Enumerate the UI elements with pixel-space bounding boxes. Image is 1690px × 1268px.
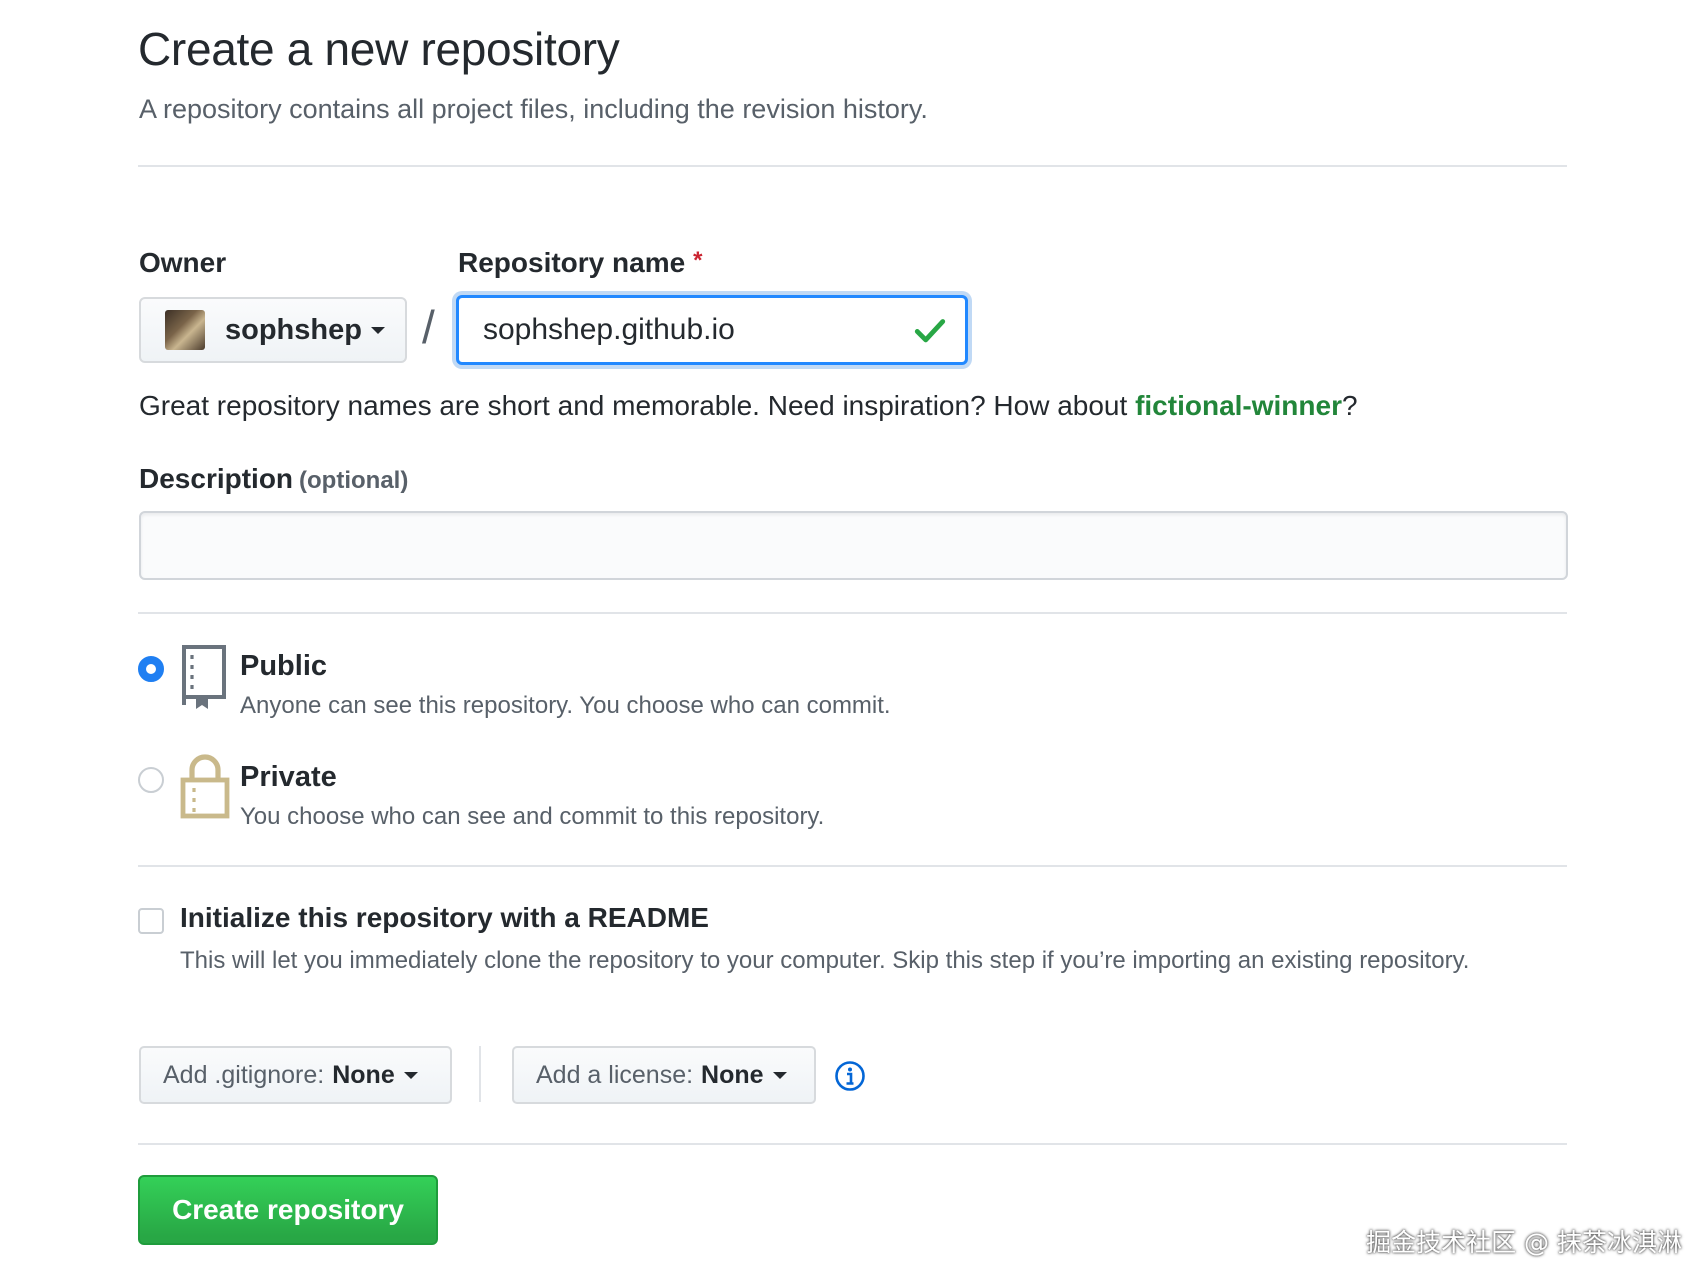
page-subtitle: A repository contains all project files,… (139, 94, 928, 124)
owner-label: Owner (139, 247, 227, 278)
chevron-down-icon (403, 1071, 418, 1079)
select-separator (479, 1046, 481, 1102)
license-dropdown[interactable]: Add a license: None (512, 1046, 816, 1104)
owner-repo-separator: / (422, 301, 435, 353)
gitignore-prefix: Add .gitignore: (163, 1060, 325, 1089)
repo-name-label: Repository name (458, 247, 686, 278)
section-divider (138, 612, 1567, 614)
private-radio[interactable] (138, 767, 164, 793)
owner-name: sophshep (225, 313, 362, 346)
create-repository-button[interactable]: Create repository (138, 1175, 438, 1245)
optional-note: (optional) (299, 467, 409, 494)
page-title: Create a new repository (138, 23, 620, 75)
public-desc: Anyone can see this repository. You choo… (240, 692, 891, 719)
private-title: Private (240, 761, 337, 793)
info-icon[interactable] (834, 1060, 866, 1092)
name-suggestion-link[interactable]: fictional-winner (1135, 390, 1342, 421)
repository-name-input[interactable]: sophshep.github.io (456, 295, 968, 365)
readme-title: Initialize this repository with a README (180, 902, 709, 933)
header-divider (138, 165, 1567, 167)
watermark: 掘金技术社区 @ 抹茶冰淇淋 (1366, 1228, 1682, 1257)
section-divider (138, 1143, 1567, 1145)
readme-checkbox[interactable] (138, 908, 164, 934)
required-mark: * (693, 247, 703, 274)
description-label-wrap: Description (optional) (139, 463, 408, 495)
description-label: Description (139, 463, 294, 494)
license-value: None (701, 1060, 764, 1089)
repository-name-value: sophshep.github.io (483, 313, 735, 346)
repo-name-label-wrap: Repository name * (458, 247, 703, 279)
name-hint: Great repository names are short and mem… (139, 390, 1358, 422)
private-desc: You choose who can see and commit to thi… (240, 803, 825, 830)
chevron-down-icon (772, 1071, 787, 1079)
license-prefix: Add a license: (536, 1060, 694, 1089)
hint-suffix: ? (1341, 390, 1358, 421)
public-title: Public (240, 650, 328, 682)
readme-desc: This will let you immediately clone the … (180, 947, 1470, 974)
check-icon (914, 319, 946, 343)
public-radio[interactable] (138, 656, 164, 682)
gitignore-dropdown[interactable]: Add .gitignore: None (139, 1046, 452, 1104)
chevron-down-icon (370, 326, 385, 334)
owner-dropdown[interactable]: sophshep (139, 297, 407, 363)
repo-icon (182, 645, 226, 709)
description-input[interactable] (139, 511, 1568, 580)
avatar (165, 310, 205, 350)
lock-icon (180, 754, 230, 819)
hint-text: Great repository names are short and mem… (139, 390, 1136, 421)
gitignore-value: None (332, 1060, 395, 1089)
section-divider (138, 865, 1567, 867)
